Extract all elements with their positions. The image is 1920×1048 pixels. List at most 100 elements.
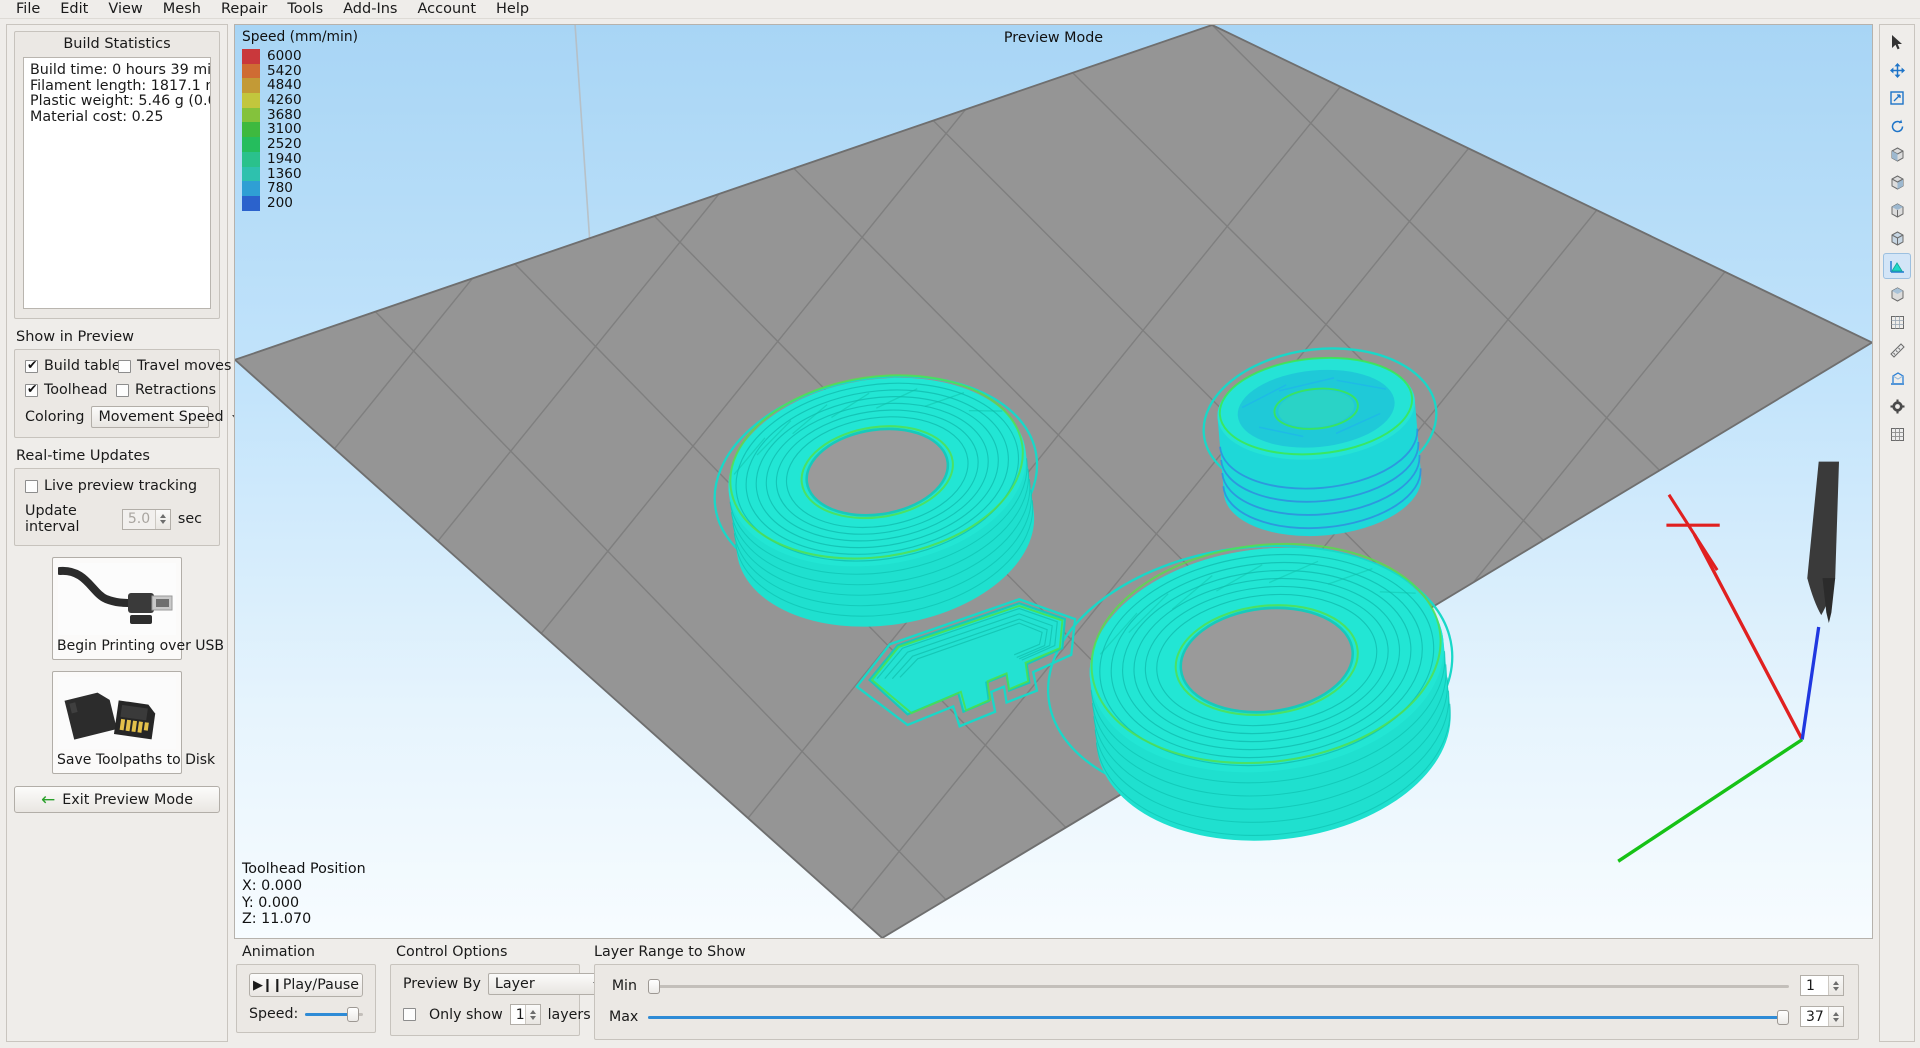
menu-item-help[interactable]: Help (486, 0, 539, 19)
menu-item-repair[interactable]: Repair (211, 0, 277, 19)
view-back-button[interactable] (1883, 169, 1911, 195)
save-toolpaths-to-disk-button[interactable]: Save Toolpaths to Disk (52, 671, 216, 774)
view-front-button[interactable] (1883, 141, 1911, 167)
slider-knob[interactable] (347, 1007, 360, 1022)
coloring-select-value: Movement Speed (98, 409, 224, 425)
checkbox-build-table-box[interactable] (25, 358, 38, 373)
view-iso-button[interactable] (1883, 309, 1911, 335)
speed-legend-row: 4840 (242, 78, 358, 94)
menu-item-tools[interactable]: Tools (277, 0, 333, 19)
spin-up-icon[interactable] (1833, 980, 1839, 985)
layer-max-slider[interactable] (648, 1009, 1789, 1025)
layer-max-spin-buttons[interactable] (1828, 1007, 1843, 1026)
checkbox-toolhead-box[interactable] (25, 382, 38, 397)
animation-group-label: Animation (242, 944, 315, 960)
speed-legend-row: 1360 (242, 166, 358, 182)
spin-down-icon[interactable] (159, 520, 166, 524)
sd-button-caption: Save Toolpaths to Disk (57, 752, 216, 768)
layer-min-slider[interactable] (648, 978, 1789, 994)
toolhead-position-x: X: 0.000 (242, 877, 303, 894)
checkbox-toolhead[interactable]: Toolhead (25, 382, 116, 398)
spin-up-icon[interactable] (1833, 1011, 1839, 1016)
checkbox-toolhead-label: Toolhead (44, 382, 108, 398)
spin-up-icon[interactable] (529, 1009, 536, 1014)
toolhead-position-z: Z: 11.070 (242, 911, 312, 928)
support-tool-button[interactable] (1883, 365, 1911, 391)
layer-max-stepper[interactable]: 37 (1800, 1006, 1844, 1027)
speed-legend-swatch (242, 181, 260, 196)
only-show-label: Only show (429, 1006, 503, 1023)
menu-item-view[interactable]: View (98, 0, 152, 19)
view-right-button[interactable] (1883, 225, 1911, 251)
speed-legend: Speed (mm/min) 6000 5420 4840 4260 3680 3100 2… (242, 29, 358, 211)
speed-legend-swatch (242, 195, 260, 211)
speed-legend-swatch (242, 78, 260, 94)
support-icon (1890, 371, 1904, 385)
control-options-body: Preview By Layer Only show 1 layers (390, 964, 606, 1036)
scale-icon (1889, 90, 1904, 105)
move-tool-button[interactable] (1883, 57, 1911, 83)
select-tool-button[interactable] (1883, 29, 1911, 55)
preview-by-select[interactable]: Layer (487, 973, 606, 995)
checkbox-travel-moves[interactable]: Travel moves (118, 358, 231, 374)
filament-length-line: Filament length: 1817.1 mm (30, 77, 210, 94)
layer-min-stepper[interactable]: 1 (1800, 975, 1844, 996)
layer-min-label: Min (611, 977, 637, 994)
view-left-button[interactable] (1883, 197, 1911, 223)
3d-scene (235, 25, 1872, 938)
cursor-arrow-icon (1891, 34, 1902, 49)
update-interval-stepper[interactable]: 5.0 (121, 508, 171, 530)
view-top-button[interactable] (1883, 281, 1911, 307)
spin-up-icon[interactable] (159, 514, 166, 518)
cube-right-icon (1891, 230, 1903, 246)
begin-printing-over-usb-button[interactable]: Begin Printing over USB (52, 557, 224, 660)
only-show-layers-stepper[interactable]: 1 (509, 1004, 541, 1025)
update-interval-label: Update interval (25, 503, 80, 535)
rotate-tool-button[interactable] (1883, 113, 1911, 139)
speed-legend-swatch (242, 151, 260, 167)
checkbox-live-preview[interactable]: Live preview tracking (25, 478, 197, 494)
speed-legend-row: 780 (242, 181, 358, 196)
only-show-spin-buttons[interactable] (524, 1005, 540, 1024)
scale-tool-button[interactable] (1883, 85, 1911, 111)
slider-knob[interactable] (1777, 1009, 1789, 1025)
menu-item-addins[interactable]: Add-Ins (333, 0, 407, 19)
3d-viewport[interactable]: Speed (mm/min) 6000 5420 4840 4260 3680 3100 2… (234, 24, 1873, 939)
exit-preview-mode-button[interactable]: ← Exit Preview Mode (14, 786, 220, 813)
measure-tool-button[interactable] (1883, 337, 1911, 363)
update-interval-spin-buttons[interactable] (154, 509, 170, 529)
play-pause-button[interactable]: ▶❙❙ Play/Pause (249, 973, 363, 997)
animation-speed-slider[interactable] (305, 1006, 363, 1022)
play-pause-icon: ▶❙❙ (253, 977, 283, 993)
cross-section-button[interactable] (1883, 253, 1911, 279)
checkbox-retractions-box[interactable] (116, 383, 129, 397)
checkbox-only-show-box[interactable] (403, 1008, 416, 1021)
spin-down-icon[interactable] (1833, 986, 1839, 991)
settings-tool-button[interactable] (1883, 393, 1911, 419)
right-toolbar (1879, 24, 1915, 1042)
grid-tool-button[interactable] (1883, 421, 1911, 447)
layer-max-label: Max (609, 1008, 639, 1025)
checkbox-travel-moves-label: Travel moves (137, 358, 232, 374)
checkbox-retractions-label: Retractions (135, 382, 217, 398)
layer-min-spin-buttons[interactable] (1828, 976, 1843, 995)
menu-item-file[interactable]: File (6, 0, 50, 19)
spin-down-icon[interactable] (1833, 1017, 1839, 1022)
only-show-layers-value: 1 (515, 1006, 525, 1023)
menu-item-account[interactable]: Account (407, 0, 486, 19)
menu-item-edit[interactable]: Edit (50, 0, 98, 19)
checkbox-build-table[interactable]: Build table (25, 358, 121, 374)
checkbox-retractions[interactable]: Retractions (116, 382, 216, 398)
update-interval-unit: sec (177, 511, 202, 527)
checkbox-live-preview-box[interactable] (25, 479, 38, 493)
checkbox-travel-moves-box[interactable] (118, 359, 131, 373)
speed-legend-row: 1940 (242, 152, 358, 167)
menu-item-mesh[interactable]: Mesh (153, 0, 211, 19)
slider-knob[interactable] (648, 978, 660, 994)
build-time-line: Build time: 0 hours 39 minutes (30, 62, 211, 78)
speed-legend-swatch (242, 166, 260, 182)
spin-down-icon[interactable] (529, 1015, 536, 1020)
layers-unit-label: layers (547, 1006, 591, 1023)
slider-track (648, 984, 1789, 988)
coloring-select[interactable]: Movement Speed (91, 406, 240, 428)
